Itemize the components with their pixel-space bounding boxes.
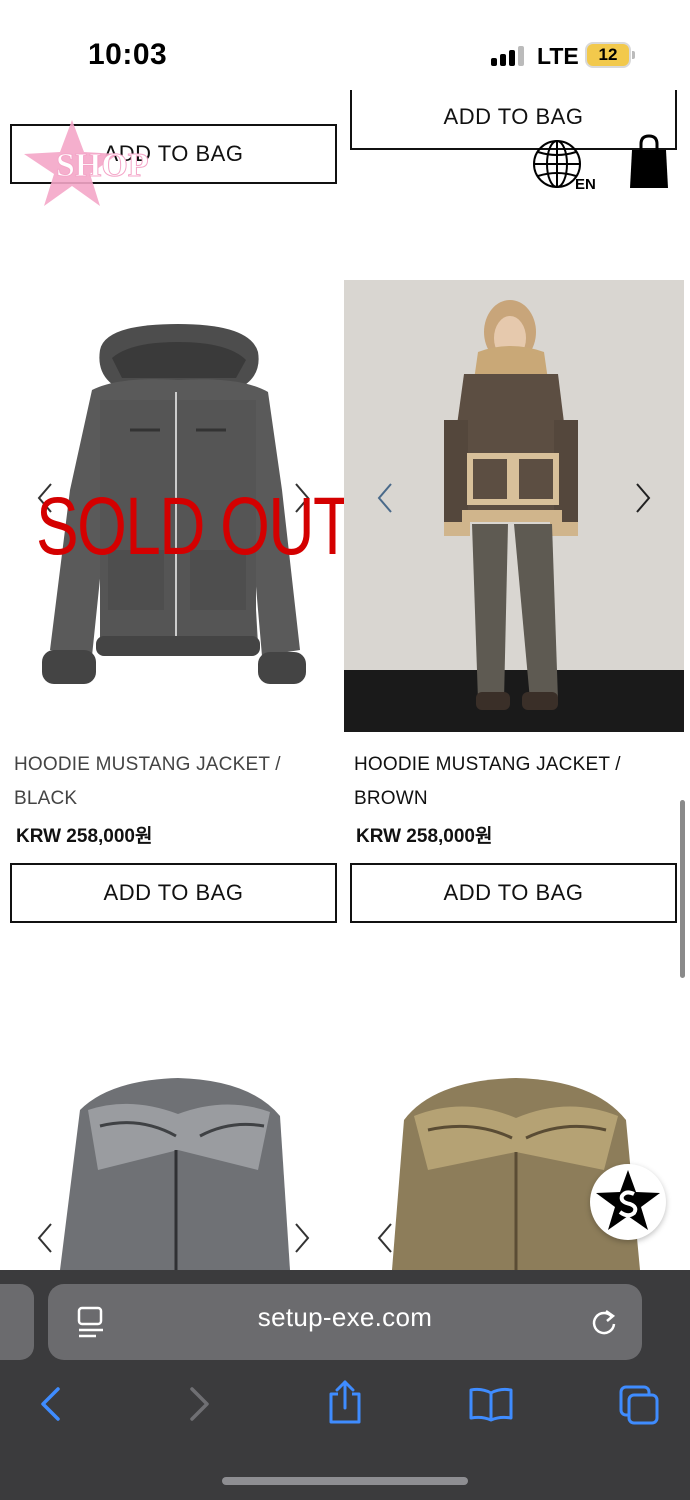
star-logo-icon: SHOP [24, 120, 149, 206]
chevron-left-icon[interactable] [38, 1386, 62, 1422]
product-name-line1: HOODIE MUSTANG JACKET / [14, 754, 281, 775]
battery-icon: 12 [585, 42, 631, 68]
product-name-line2: BLACK [14, 788, 78, 809]
chevron-left-icon[interactable] [36, 1222, 54, 1254]
battery-level: 12 [598, 45, 618, 64]
status-time: 10:03 [88, 38, 168, 71]
add-to-bag-button[interactable]: ADD TO BAG [350, 863, 677, 923]
chevron-left-icon[interactable] [376, 482, 394, 514]
shopping-bag-icon [630, 134, 668, 188]
screen: 10:03 LTE 12 ADD TO BAG ADD TO BAG SHOP … [0, 0, 690, 1500]
chevron-right-icon[interactable] [634, 482, 652, 514]
share-icon[interactable] [326, 1380, 364, 1426]
sold-out-badge: SOLD OUT [36, 481, 352, 572]
scrollbar[interactable] [680, 800, 685, 978]
product-image-brown[interactable] [344, 280, 684, 732]
home-indicator[interactable] [222, 1477, 468, 1485]
signal-icon [491, 46, 524, 66]
language-label: EN [575, 176, 596, 193]
star-s-icon [596, 1170, 660, 1230]
battery-tip [632, 51, 635, 59]
add-to-bag-button[interactable]: ADD TO BAG [10, 863, 337, 923]
product-image-grey-fur[interactable] [0, 1040, 344, 1270]
chevron-right-icon[interactable] [293, 1222, 311, 1254]
chevron-right-icon[interactable] [188, 1386, 212, 1422]
tabs-icon[interactable] [618, 1384, 660, 1426]
reload-icon[interactable] [590, 1307, 618, 1337]
logo-text: SHOP [56, 147, 149, 184]
cart-button[interactable] [628, 134, 670, 190]
book-icon[interactable] [468, 1386, 514, 1422]
status-bar: 10:03 LTE 12 [0, 0, 690, 100]
product-name-line1: HOODIE MUSTANG JACKET / [354, 754, 621, 775]
model-brown-image [344, 280, 684, 732]
floating-logo-button[interactable] [590, 1164, 666, 1240]
product-name-line2: BROWN [354, 788, 428, 809]
product-name[interactable]: HOODIE MUSTANG JACKET / BROWN [354, 748, 621, 816]
network-label: LTE [537, 43, 579, 69]
shop-logo[interactable]: SHOP [20, 118, 180, 210]
product-price: KRW 258,000원 [356, 826, 493, 847]
url-text: setup-exe.com [257, 1302, 433, 1332]
product-name[interactable]: HOODIE MUSTANG JACKET / BLACK [14, 748, 281, 816]
chevron-left-icon[interactable] [376, 1222, 394, 1254]
product-price: KRW 258,000원 [16, 826, 153, 847]
